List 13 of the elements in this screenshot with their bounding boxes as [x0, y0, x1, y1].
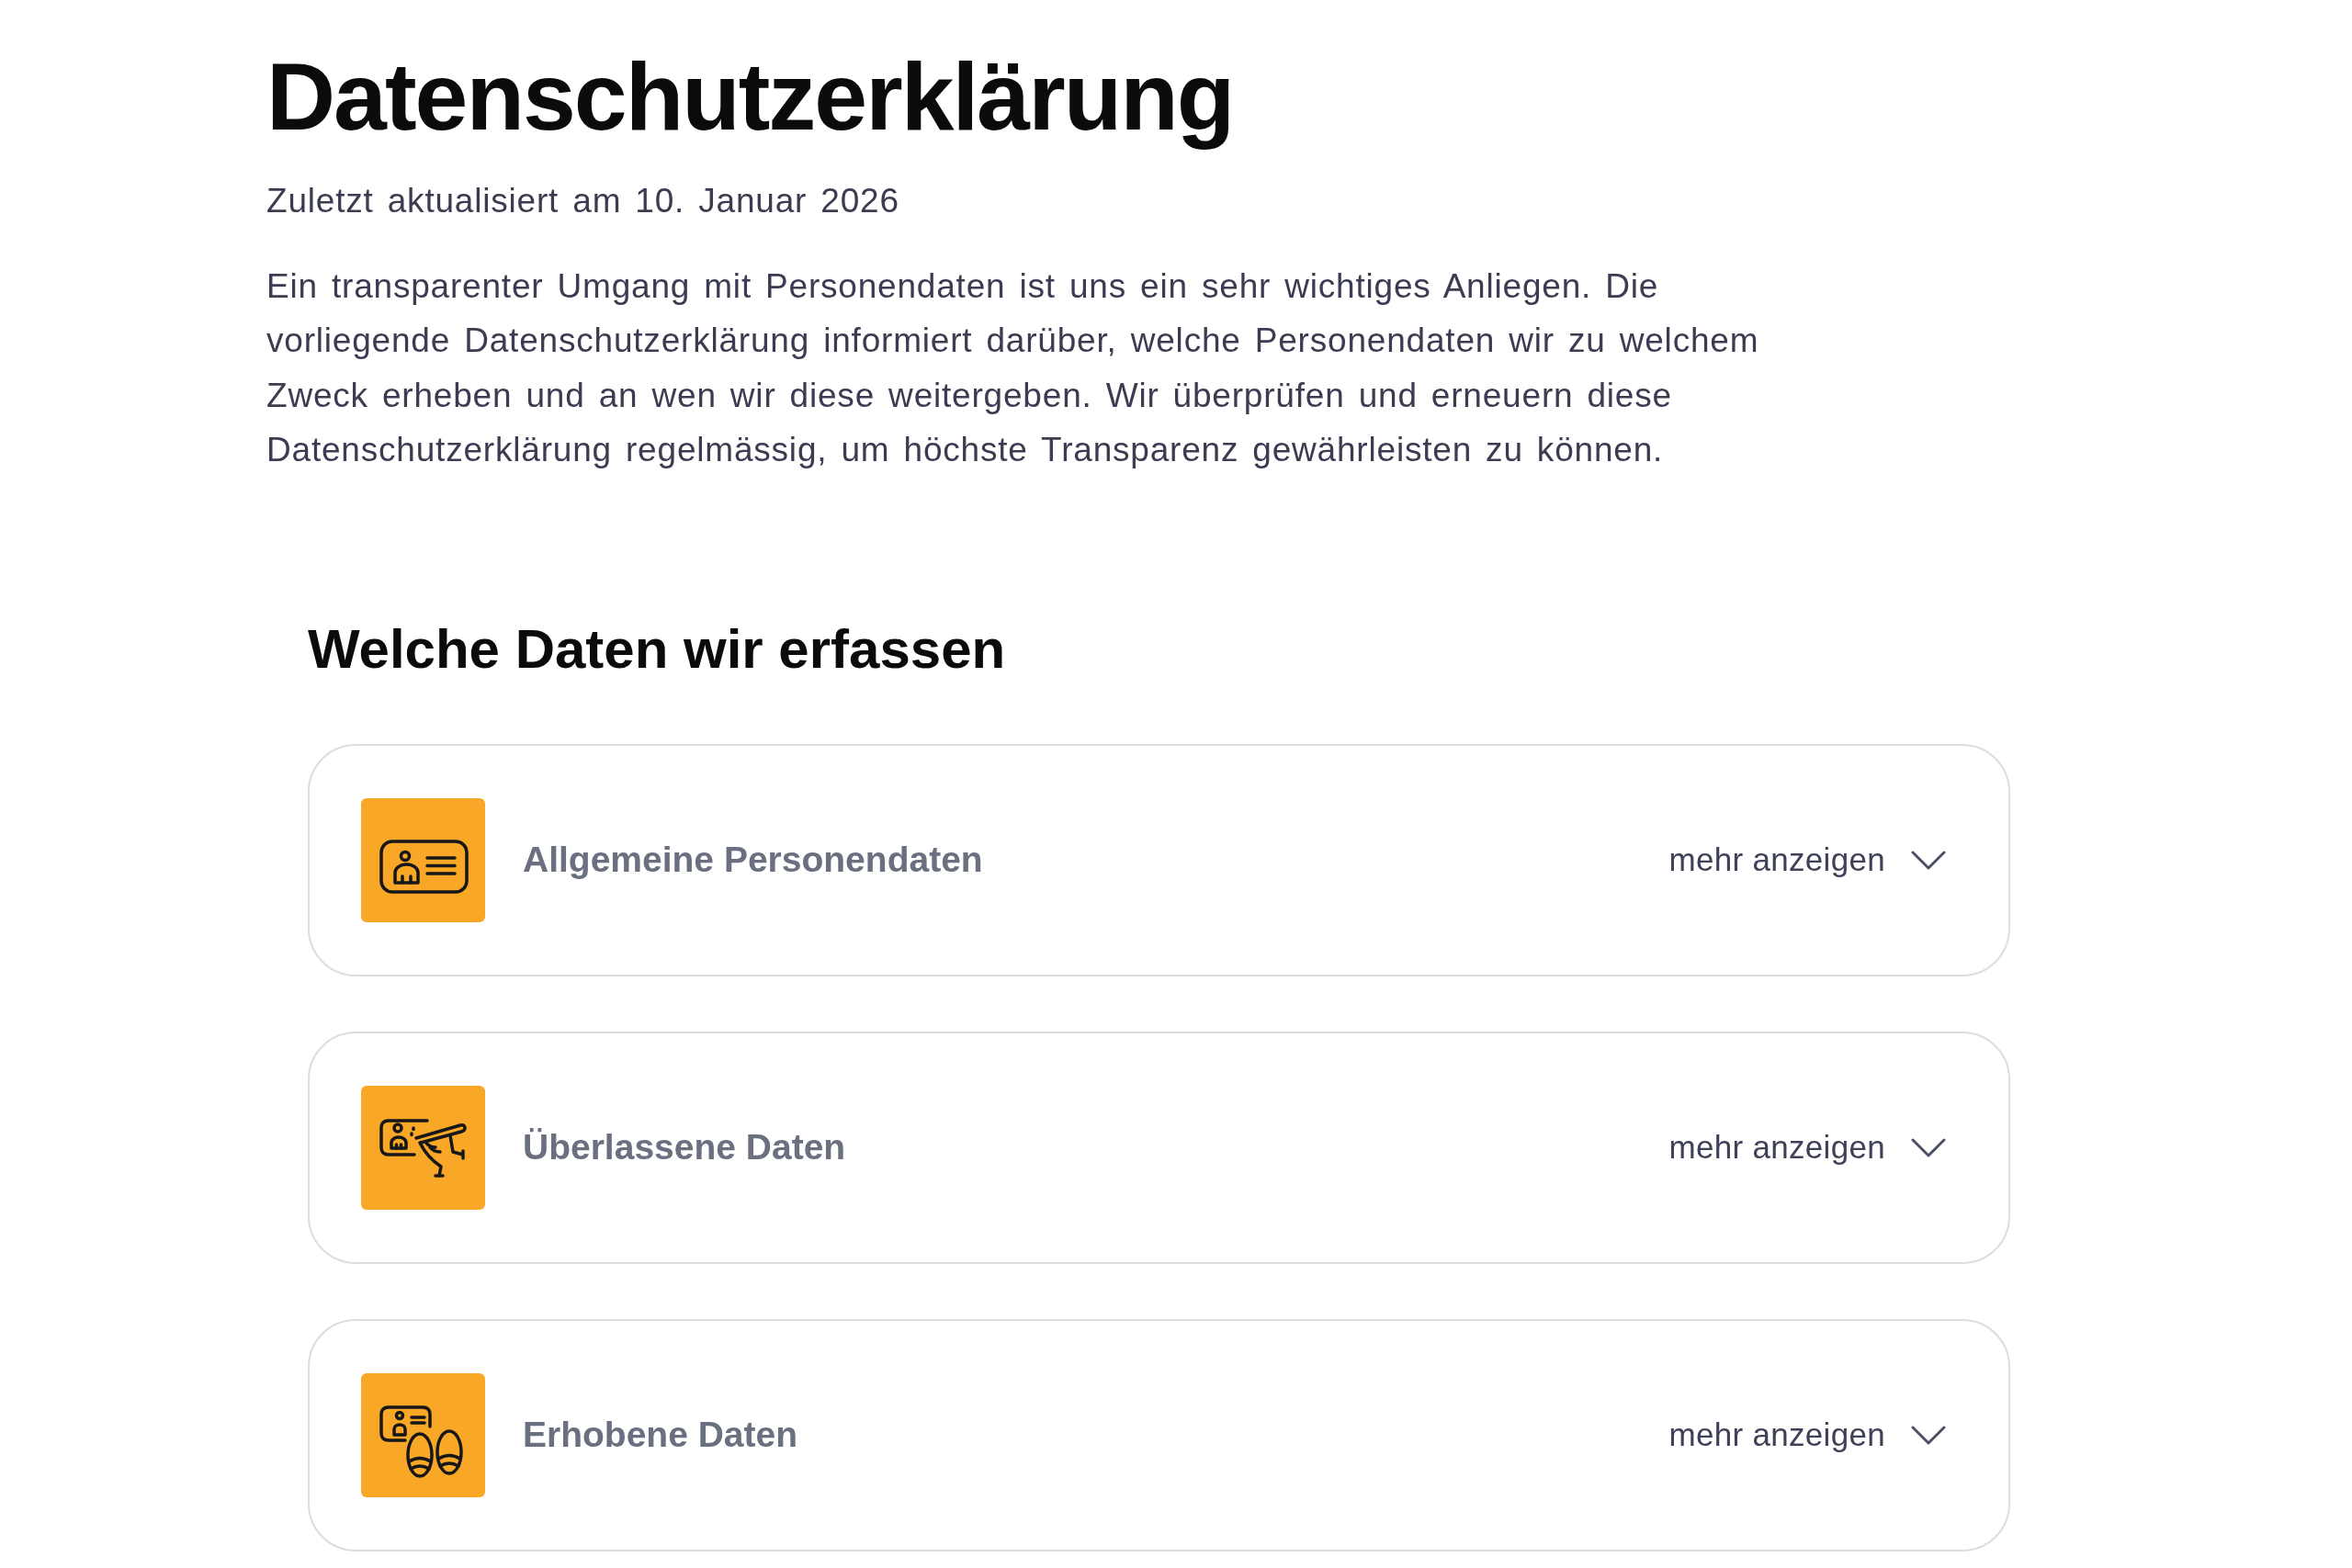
card-title: Überlassene Daten	[523, 1125, 846, 1168]
card-title: Allgemeine Personendaten	[523, 838, 983, 881]
card-hand-pen-icon	[361, 1085, 485, 1210]
show-more-button[interactable]: mehr anzeigen	[1668, 840, 1946, 880]
id-card-icon	[361, 797, 485, 922]
last-updated-text: Zuletzt aktualisiert am 10. Januar 2026	[266, 180, 899, 221]
card-footprints-icon	[361, 1372, 485, 1497]
section-heading: Welche Daten wir erfassen	[308, 616, 1006, 682]
show-more-button[interactable]: mehr anzeigen	[1668, 1128, 1946, 1168]
show-more-button[interactable]: mehr anzeigen	[1668, 1416, 1946, 1455]
page-title: Datenschutzerklärung	[266, 42, 1234, 152]
intro-paragraph: Ein transparenter Umgang mit Personendaten ist uns ein sehr wichtiges Anliegen. Die vorliegende Datenschutzerklärung informiert darüber, welche Personendaten wir zu welchem Zweck erheben und an wen wir diese weitergeben. Wir überprüfen und erneuern diese Datenschutzerklärung regelmässig, um höchste Transparenz gewährleisten zu können.	[266, 265, 1760, 471]
card-title: Erhobene Daten	[523, 1413, 798, 1456]
